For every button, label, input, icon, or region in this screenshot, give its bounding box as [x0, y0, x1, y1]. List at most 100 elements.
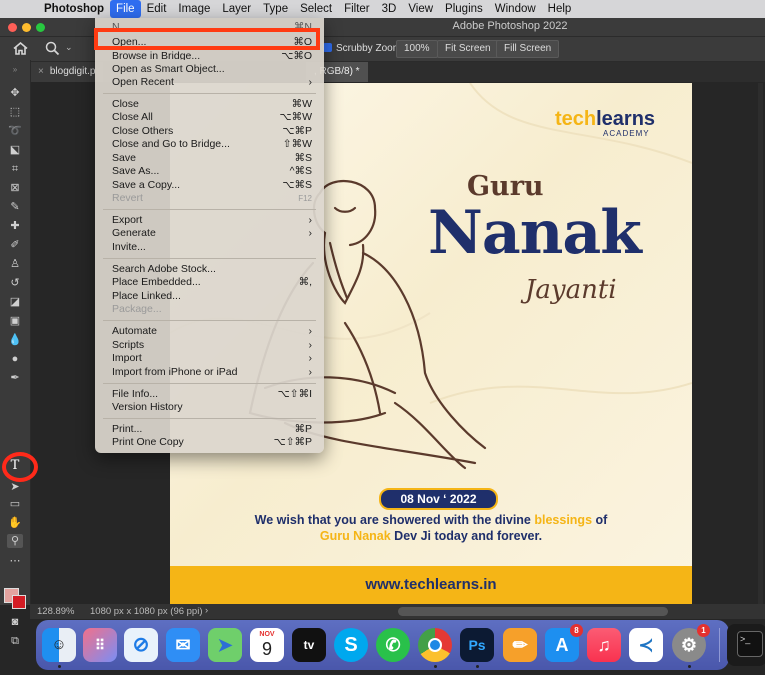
fill-screen-button[interactable]: Fill Screen — [496, 40, 560, 58]
zoom-tool-icon[interactable] — [45, 41, 60, 56]
mail-icon[interactable]: ✉ — [166, 628, 200, 662]
home-icon[interactable] — [13, 42, 28, 55]
menu-item-browse-bridge[interactable]: Browse in Bridge... ⌥⌘O — [112, 50, 312, 60]
photoshop-icon[interactable]: Ps — [460, 628, 494, 662]
menu-layer[interactable]: Layer — [216, 0, 257, 18]
menu-item-search-stock[interactable]: Search Adobe Stock... — [112, 263, 312, 276]
safari-icon[interactable]: ⊘ — [124, 628, 158, 662]
screen-mode-icon[interactable]: ⧉ — [7, 634, 23, 648]
calendar-icon[interactable]: NOV 9 — [250, 628, 284, 662]
appstore-icon[interactable]: A 8 — [545, 624, 583, 662]
menu-item-print-one-copy[interactable]: Print One Copy ⌥⇧⌘P — [112, 436, 312, 449]
horizontal-scrollbar[interactable] — [398, 607, 668, 616]
move-tool-icon[interactable]: ✥ — [7, 86, 23, 100]
menu-item-scripts[interactable]: Scripts › — [112, 339, 312, 352]
menu-help[interactable]: Help — [542, 0, 578, 18]
menu-item-export[interactable]: Export › — [112, 214, 312, 227]
menu-item-save[interactable]: Save ⌘S — [112, 152, 312, 165]
scrubby-zoom-checkbox[interactable] — [323, 43, 332, 52]
menu-select[interactable]: Select — [294, 0, 338, 18]
launchpad-icon[interactable]: ⠿ — [83, 628, 117, 662]
skype-icon[interactable]: S — [334, 628, 368, 662]
menu-item-invite[interactable]: Invite... — [112, 241, 312, 254]
menu-type[interactable]: Type — [257, 0, 294, 18]
eraser-tool-icon[interactable]: ◪ — [7, 295, 23, 309]
rectangle-tool-icon[interactable]: ▭ — [7, 497, 23, 511]
tab-blogdigit[interactable]: × blogdigit.p — [30, 62, 104, 82]
menu-item-print[interactable]: Print... ⌘P — [112, 423, 312, 436]
zoom-window-button[interactable] — [36, 23, 45, 32]
menu-item-automate[interactable]: Automate › — [112, 325, 312, 338]
menu-item-close-others[interactable]: Close Others ⌥⌘P — [112, 125, 312, 138]
crop-tool-icon[interactable]: ⌗ — [7, 162, 23, 176]
blur-tool-icon[interactable]: 💧 — [7, 333, 23, 347]
tool-preset-chevron-icon[interactable]: ⌄ — [65, 42, 73, 53]
history-brush-tool-icon[interactable]: ↺ — [7, 276, 23, 290]
hand-tool-icon[interactable]: ✋ — [7, 516, 23, 530]
type-tool-icon[interactable]: T — [7, 459, 23, 473]
path-selection-tool-icon[interactable]: ➤ — [7, 480, 23, 494]
vscode-icon[interactable]: ≺ — [629, 628, 663, 662]
menu-label: Invite... — [112, 241, 146, 253]
eyedropper-tool-icon[interactable]: ✎ — [7, 200, 23, 214]
menu-item-import[interactable]: Import › — [112, 352, 312, 365]
menu-view[interactable]: View — [402, 0, 439, 18]
zoom-tool-selected-icon[interactable]: ⚲ — [7, 534, 23, 548]
marquee-tool-icon[interactable]: ⬚ — [7, 105, 23, 119]
maps-icon[interactable]: ➤ — [208, 628, 242, 662]
terminal-icon[interactable]: >_ — [737, 631, 763, 657]
menu-item-close-go-bridge[interactable]: Close and Go to Bridge... ⇧⌘W — [112, 138, 312, 151]
close-window-button[interactable] — [8, 23, 17, 32]
menu-edit[interactable]: Edit — [141, 0, 173, 18]
vertical-scrollbar[interactable] — [758, 83, 763, 604]
healing-brush-tool-icon[interactable]: ✚ — [7, 219, 23, 233]
whatsapp-icon[interactable]: ✆ — [376, 628, 410, 662]
menu-item-close[interactable]: Close ⌘W — [112, 98, 312, 111]
object-selection-tool-icon[interactable]: ⬕ — [7, 143, 23, 157]
system-settings-icon[interactable]: ⚙ 1 — [672, 624, 710, 662]
menu-item-file-info[interactable]: File Info... ⌥⇧⌘I — [112, 388, 312, 401]
chrome-icon[interactable] — [418, 628, 452, 662]
macos-menubar: Photoshop File Edit Image Layer Type Sel… — [0, 0, 765, 18]
menu-file[interactable]: File — [110, 0, 141, 18]
menu-shortcut: ⌥⌘O — [281, 50, 312, 60]
zoom-100-button[interactable]: 100% — [396, 40, 438, 58]
status-arrow-icon[interactable]: › — [205, 605, 208, 616]
zoom-level[interactable]: 128.89% — [37, 606, 75, 617]
menu-item-save-copy[interactable]: Save a Copy... ⌥⌘S — [112, 179, 312, 192]
finder-icon[interactable]: ☺ — [42, 628, 76, 662]
menu-item-version-history[interactable]: Version History — [112, 401, 312, 414]
close-tab-icon[interactable]: × — [38, 66, 44, 77]
menu-separator — [103, 383, 316, 384]
menu-filter[interactable]: Filter — [338, 0, 376, 18]
pen-tool-icon[interactable]: ✒ — [7, 371, 23, 385]
clone-stamp-tool-icon[interactable]: ♙ — [7, 257, 23, 271]
menu-item-open-recent[interactable]: Open Recent › — [112, 76, 312, 89]
menu-item-generate[interactable]: Generate › — [112, 227, 312, 240]
menu-3d[interactable]: 3D — [376, 0, 403, 18]
menu-item-close-all[interactable]: Close All ⌥⌘W — [112, 111, 312, 124]
lasso-tool-icon[interactable]: ➰ — [7, 124, 23, 138]
menu-item-save-as[interactable]: Save As... ^⌘S — [112, 165, 312, 178]
minimize-window-button[interactable] — [22, 23, 31, 32]
menu-image[interactable]: Image — [172, 0, 216, 18]
menu-window[interactable]: Window — [489, 0, 542, 18]
menu-plugins[interactable]: Plugins — [439, 0, 489, 18]
edit-toolbar-icon[interactable]: ⋯ — [7, 554, 23, 568]
gradient-tool-icon[interactable]: ▣ — [7, 314, 23, 328]
menu-app-name[interactable]: Photoshop — [38, 0, 110, 18]
background-color-swatch[interactable] — [12, 595, 26, 609]
menu-item-place-embedded[interactable]: Place Embedded... ⌘, — [112, 276, 312, 289]
appletv-icon[interactable]: tv — [292, 628, 326, 662]
dodge-tool-icon[interactable]: ● — [7, 352, 23, 366]
music-icon[interactable]: ♫ — [587, 628, 621, 662]
panel-collapse-icon[interactable]: » — [7, 63, 23, 77]
menu-item-import-iphone[interactable]: Import from iPhone or iPad › — [112, 366, 312, 379]
pages-icon[interactable]: ✏ — [503, 628, 537, 662]
menu-item-open-smart-object[interactable]: Open as Smart Object... — [112, 63, 312, 76]
fit-screen-button[interactable]: Fit Screen — [437, 40, 499, 58]
menu-item-place-linked[interactable]: Place Linked... — [112, 290, 312, 303]
brush-tool-icon[interactable]: ✐ — [7, 238, 23, 252]
frame-tool-icon[interactable]: ⊠ — [7, 181, 23, 195]
quick-mask-icon[interactable]: ◙ — [7, 615, 23, 629]
